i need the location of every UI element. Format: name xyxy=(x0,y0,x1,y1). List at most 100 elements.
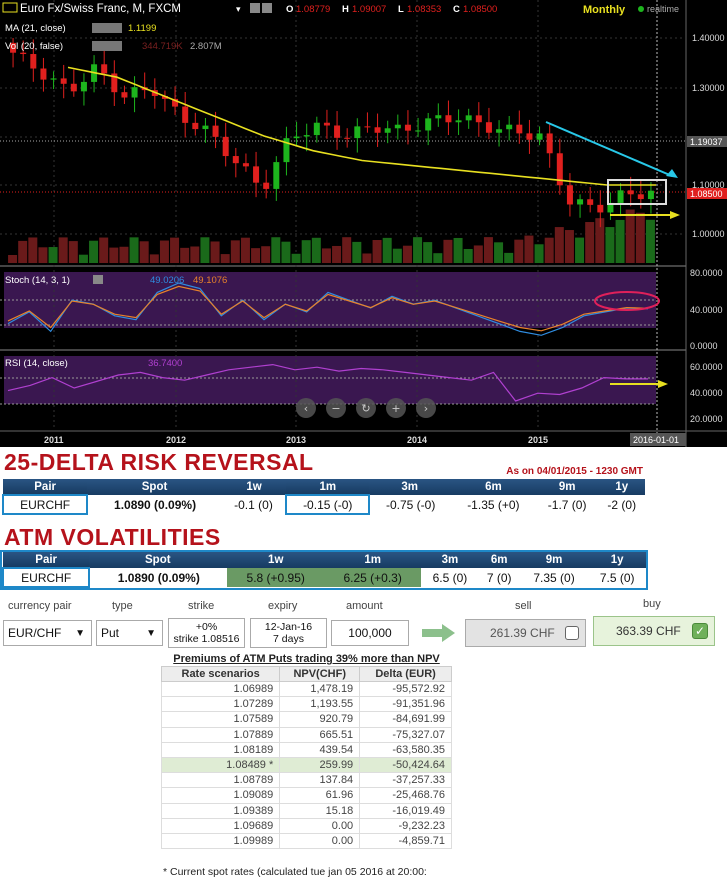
stoch-tick: 40.0000 xyxy=(690,305,723,315)
buy-price: 363.39 CHF xyxy=(616,624,681,638)
candle-body xyxy=(263,182,270,189)
table-row: 1.09089 61.96 -25,468.76 xyxy=(160,787,452,804)
expiry-field[interactable]: 12-Jan-16 7 days xyxy=(250,618,327,648)
chevron-right-icon: › xyxy=(424,402,428,415)
rsi-tick: 20.0000 xyxy=(690,414,723,424)
close-icon[interactable] xyxy=(262,3,272,13)
candle-body xyxy=(384,128,391,133)
vol-icons[interactable] xyxy=(92,41,122,51)
stoch-k-value: 49.0206 xyxy=(150,275,184,286)
close-value: 1.08500 xyxy=(463,4,497,15)
table-cell: 665.51 xyxy=(279,726,361,743)
candle-body xyxy=(465,115,472,121)
premiums-table: Premiums of ATM Puts trading 39% more th… xyxy=(160,653,452,850)
amount-input[interactable]: 100,000 xyxy=(331,620,409,646)
checkmark-icon[interactable]: ✓ xyxy=(692,623,708,639)
pair-cell[interactable]: EURCHF xyxy=(1,567,91,588)
year-tick: 2015 xyxy=(528,435,548,445)
volume-bar xyxy=(504,252,514,263)
col-header: Pair xyxy=(3,479,88,495)
table-cell: 1.09089 xyxy=(160,787,281,804)
spot-cell: 1.0890 (0.09%) xyxy=(114,497,197,512)
expiry-date: 12-Jan-16 xyxy=(264,621,313,633)
volume-bar xyxy=(190,246,200,263)
table-cell: 137.84 xyxy=(279,772,361,789)
close-label: C xyxy=(453,4,460,15)
minus-icon: − xyxy=(331,402,340,415)
footnote: * Current spot rates (calculated tue jan… xyxy=(163,866,427,878)
volume-bar xyxy=(129,237,139,263)
volume-bar xyxy=(48,247,58,263)
candle-body xyxy=(354,126,361,139)
candle-body xyxy=(293,136,300,139)
price-panel xyxy=(0,0,686,265)
table-cell: 1.07589 xyxy=(160,711,281,728)
strike-field[interactable]: +0% strike 1.08516 xyxy=(168,618,245,648)
col-header: 3m xyxy=(369,479,451,495)
col-header: 1m xyxy=(324,552,422,568)
table-cell: 1.08789 xyxy=(160,772,281,789)
volume-bar xyxy=(261,246,271,263)
timeframe-label[interactable]: Monthly xyxy=(583,4,626,16)
volume-bar xyxy=(78,254,88,263)
volume-bar xyxy=(605,227,615,263)
chart-svg[interactable]: ‹ − ↻ + › 1.40000 1.30000 1.10000 1.0000… xyxy=(0,0,727,447)
buy-label: buy xyxy=(643,598,661,610)
candle-body xyxy=(455,120,462,123)
volume-bar xyxy=(271,237,281,263)
volume-bar xyxy=(291,253,301,263)
pair-cell[interactable]: EURCHF xyxy=(1,494,89,515)
table-cell: 1.07889 xyxy=(160,726,281,743)
rsi-tick: 60.0000 xyxy=(690,362,723,372)
currency-pair-select[interactable]: EUR/CHF ▼ xyxy=(3,620,92,646)
price-chart[interactable]: ‹ − ↻ + › 1.40000 1.30000 1.10000 1.0000… xyxy=(0,0,727,447)
candle-body xyxy=(131,87,138,98)
candle-body xyxy=(273,162,280,189)
stoch-settings-icon[interactable] xyxy=(93,275,103,284)
candle-body xyxy=(50,78,57,80)
candle-body xyxy=(121,92,128,98)
candle-body xyxy=(496,129,503,133)
volume-bar xyxy=(413,237,423,263)
candle-body xyxy=(253,166,260,183)
buy-button[interactable]: 363.39 CHF ✓ xyxy=(593,616,715,646)
candle-body xyxy=(232,156,239,164)
table-cell: 1.08489 * xyxy=(160,756,281,774)
stoch-label[interactable]: Stoch (14, 3, 1) xyxy=(5,275,70,286)
table-cell: -91,351.96 xyxy=(359,696,452,713)
year-tick: 2013 xyxy=(286,435,306,445)
expiry-label: expiry xyxy=(268,600,298,612)
dropdown-arrow-icon: ▼ xyxy=(75,627,85,639)
year-tick: 2012 xyxy=(166,435,186,445)
cursor-date: 2016-01-01 xyxy=(633,435,679,445)
sell-button[interactable]: 261.39 CHF xyxy=(465,619,586,647)
candle-body xyxy=(435,115,442,119)
chart-title[interactable]: Euro Fx/Swiss Franc, M, FXCM xyxy=(20,3,181,15)
volume-bar xyxy=(240,237,250,263)
col-header: Pair xyxy=(3,552,90,568)
candle-body xyxy=(344,137,351,139)
stoch-d-value: 49.1076 xyxy=(193,275,227,286)
ma-label[interactable]: MA (21, close) xyxy=(5,23,66,34)
rsi-tick: 40.0000 xyxy=(690,388,723,398)
chevron-down-icon[interactable]: ▾ xyxy=(236,5,241,15)
col-header: Delta (EUR) xyxy=(359,666,452,682)
col-header: 9m xyxy=(535,479,599,495)
vol-label[interactable]: Vol (20, false) xyxy=(5,41,63,52)
type-select[interactable]: Put ▼ xyxy=(96,620,163,646)
volume-bar xyxy=(99,237,109,263)
settings-icon[interactable] xyxy=(250,3,260,13)
candle-body xyxy=(364,126,371,128)
table-row: 1.09389 15.18 -16,019.49 xyxy=(160,802,452,819)
ma-icons[interactable] xyxy=(92,23,122,33)
candle-body xyxy=(40,68,47,80)
candle-body xyxy=(404,124,411,131)
volume-bar xyxy=(473,245,483,263)
rsi-label[interactable]: RSI (14, close) xyxy=(5,358,68,369)
candle-body xyxy=(20,52,27,55)
expiry-days: 7 days xyxy=(273,633,304,645)
sell-checkbox[interactable] xyxy=(565,626,579,640)
table-cell: 920.79 xyxy=(279,711,361,728)
col-header: Rate scenarios xyxy=(160,666,281,682)
volume-bar xyxy=(230,240,240,263)
